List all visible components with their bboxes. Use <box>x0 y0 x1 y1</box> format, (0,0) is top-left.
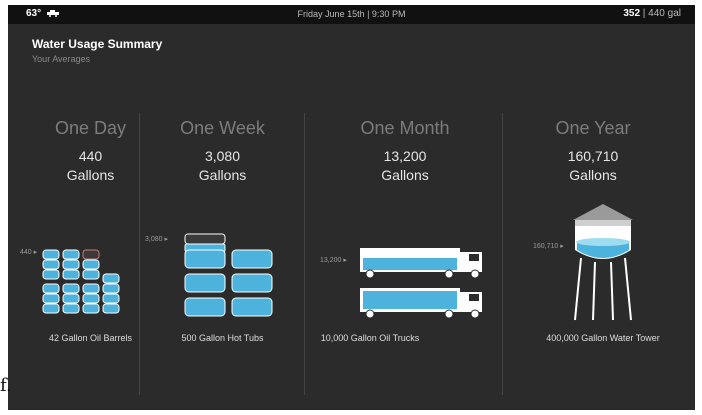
summary-year: One Year 160,710 Gallons 160,710 ▸ 400,0… <box>503 110 683 395</box>
unit-caption: 400,000 Gallon Water Tower <box>546 333 660 343</box>
page-title: Water Usage Summary <box>32 37 163 51</box>
oil-truck-icon <box>360 248 482 319</box>
unit-caption: 10,000 Gallon Oil Trucks <box>320 333 420 343</box>
usage-readout: 352 | 440 gal <box>623 8 681 19</box>
page-subtitle: Your Averages <box>32 54 91 64</box>
usage-total: | 440 gal <box>640 8 681 19</box>
water-tower-icon <box>573 204 633 321</box>
figure-label: f. <box>0 375 12 396</box>
usage-now: 352 <box>623 8 641 19</box>
date-time: Friday June 15th | 9:30 PM <box>297 9 406 19</box>
status-bar: 63° Friday June 15th | 9:30 PM 352 | 440… <box>8 5 695 24</box>
summary-month: One Month 13,200 Gallons 13,200 ▸ 10,000… <box>305 110 505 395</box>
summary-week: One Week 3,080 Gallons 3,080 ▸ 500 Gallo… <box>140 110 305 395</box>
hot-tub-icon <box>184 233 273 317</box>
app-screen: 63° Friday June 15th | 9:30 PM 352 | 440… <box>8 5 695 410</box>
